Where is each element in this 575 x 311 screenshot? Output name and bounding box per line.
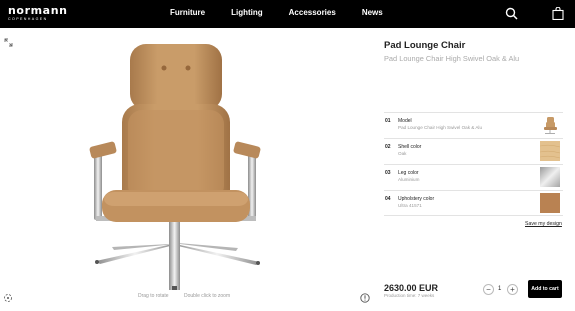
- production-time: Production time: 7 weeks: [384, 293, 435, 298]
- brand-logo[interactable]: normann COPENHAGEN: [8, 5, 68, 22]
- price: 2630.00 EUR: [384, 283, 439, 293]
- nav-link-furniture[interactable]: Furniture: [170, 8, 205, 17]
- save-design-link[interactable]: Save my design: [525, 221, 562, 227]
- option-value: Aluminium: [398, 177, 420, 182]
- qty-decrease-button[interactable]: −: [483, 284, 494, 295]
- option-row-leg-color[interactable]: 03 Leg color Aluminium: [384, 164, 563, 190]
- option-value: Pad Lounge Chair High Swivel Oak & Alu: [398, 125, 483, 130]
- quantity-value[interactable]: 1: [498, 286, 501, 292]
- chair-thumbnail: [544, 117, 557, 134]
- info-icon[interactable]: [360, 290, 370, 308]
- option-row-shell-color[interactable]: 02 Shell color Oak: [384, 138, 563, 164]
- brand-name: normann: [8, 4, 68, 17]
- nav-link-lighting[interactable]: Lighting: [231, 8, 263, 17]
- option-row-upholstery-color[interactable]: 04 Upholstery color Ultra 41571: [384, 190, 563, 216]
- add-to-cart-button[interactable]: Add to cart: [528, 280, 562, 298]
- qty-increase-button[interactable]: +: [507, 284, 518, 295]
- oak-texture: [540, 141, 560, 161]
- expand-icon[interactable]: [4, 34, 13, 52]
- top-nav: normann COPENHAGEN Furniture Lighting Ac…: [0, 0, 575, 28]
- option-number: 01: [385, 118, 391, 124]
- bag-icon[interactable]: [552, 6, 564, 25]
- option-label: Leg color: [398, 170, 419, 176]
- chair-image: [89, 44, 261, 290]
- product-viewer[interactable]: Drag to rotate Double click to zoom: [0, 28, 372, 311]
- option-number: 02: [385, 144, 391, 150]
- leather-swatch: [540, 193, 560, 213]
- option-value: Ultra 41571: [398, 203, 422, 208]
- option-number: 04: [385, 196, 391, 202]
- product-subtitle: Pad Lounge Chair High Swivel Oak & Alu: [384, 54, 520, 63]
- rotate-icon[interactable]: [3, 290, 13, 308]
- hint-rotate: Drag to rotate: [138, 293, 169, 299]
- hint-zoom: Double click to zoom: [184, 293, 231, 299]
- option-row-model[interactable]: 01 Model Pad Lounge Chair High Swivel Oa…: [384, 112, 563, 138]
- option-value: Oak: [398, 151, 407, 156]
- nav-link-news[interactable]: News: [362, 8, 383, 17]
- search-icon[interactable]: [505, 7, 518, 25]
- option-number: 03: [385, 170, 391, 176]
- option-label: Model: [398, 118, 412, 124]
- option-label: Upholstery color: [398, 196, 435, 202]
- product-title: Pad Lounge Chair: [384, 40, 466, 51]
- nav-link-accessories[interactable]: Accessories: [289, 8, 336, 17]
- option-label: Shell color: [398, 144, 422, 150]
- aluminium-texture: [540, 167, 560, 187]
- brand-tagline: COPENHAGEN: [8, 17, 48, 21]
- nav-links: Furniture Lighting Accessories News: [170, 8, 383, 17]
